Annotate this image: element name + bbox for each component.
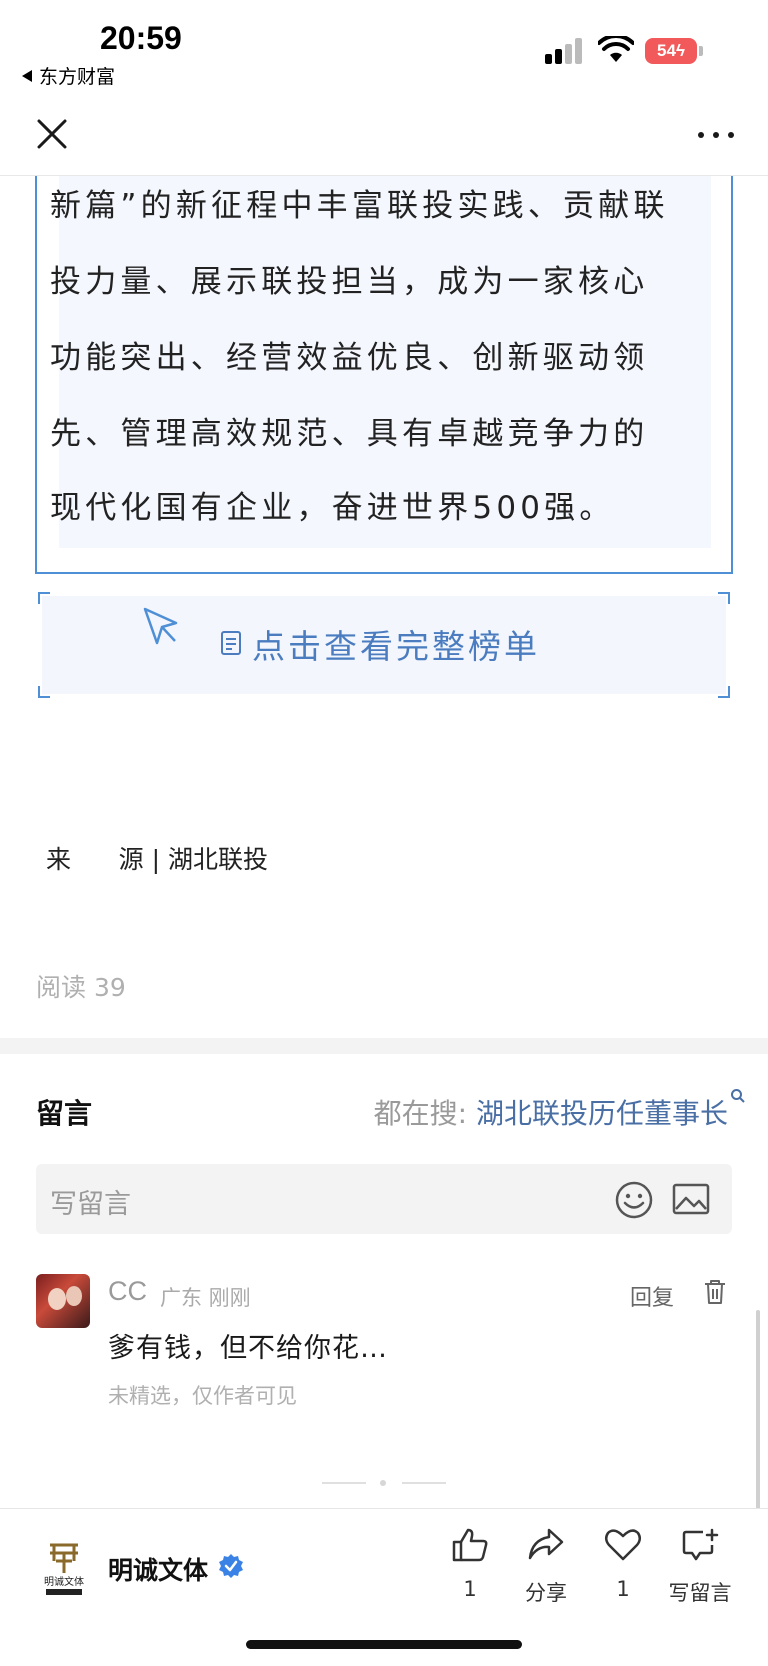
- account-name[interactable]: 明诚文体: [108, 1551, 208, 1587]
- account-logo-text: 明诚文体: [44, 1575, 84, 1588]
- wifi-icon: [598, 36, 634, 62]
- quote-line: 投力量、展示联投担当，成为一家核心: [50, 264, 649, 300]
- corner-bracket: [718, 592, 730, 604]
- comment-username[interactable]: CC: [108, 1276, 147, 1307]
- avatar-face: [48, 1288, 66, 1310]
- comment-input-placeholder: 写留言: [50, 1189, 131, 1220]
- share-label: 分享: [525, 1581, 567, 1605]
- like-button[interactable]: 1: [430, 1527, 510, 1617]
- section-divider: [0, 1038, 768, 1054]
- view-full-list-label: 点击查看完整榜单: [252, 627, 540, 666]
- pager-dot: [380, 1480, 386, 1486]
- view-full-list-button[interactable]: 点击查看完整榜单: [38, 592, 730, 698]
- write-comment-label: 写留言: [668, 1581, 732, 1605]
- back-arrow-icon: [22, 70, 32, 82]
- emoji-icon[interactable]: [614, 1180, 654, 1220]
- trending-search-query[interactable]: 湖北联投历任董事长: [476, 1097, 728, 1130]
- avatar[interactable]: [36, 1274, 90, 1328]
- page-indicator: [322, 1480, 446, 1486]
- status-bar: 20:59 东方财富 54ϟ: [0, 0, 768, 92]
- trending-search[interactable]: 都在搜: 湖北联投历任董事长: [373, 1089, 745, 1132]
- battery-level: 54: [657, 41, 676, 60]
- back-app-label: 东方财富: [39, 66, 116, 88]
- comments-title: 留言: [36, 1097, 93, 1130]
- document-icon: [221, 631, 241, 655]
- share-icon: [528, 1528, 564, 1560]
- back-to-app-link[interactable]: 东方财富: [22, 62, 115, 89]
- share-button[interactable]: 分享: [506, 1527, 586, 1617]
- trending-search-prefix: 都在搜:: [373, 1097, 468, 1130]
- more-icon[interactable]: [694, 120, 738, 148]
- avatar-face: [66, 1286, 82, 1306]
- quote-line: 新篇”的新征程中丰富联投实践、贡献联: [50, 188, 669, 224]
- home-indicator[interactable]: [246, 1640, 522, 1649]
- cellular-signal-icon: [545, 36, 585, 64]
- image-icon[interactable]: [672, 1182, 710, 1216]
- heart-icon: [605, 1529, 641, 1561]
- charging-bolt-icon: ϟ: [675, 41, 685, 60]
- comment-input[interactable]: 写留言: [36, 1164, 732, 1234]
- comment-item: CC 广东 刚刚 回复 爹有钱，但不给你花… 未精选，仅作者可见: [36, 1274, 736, 1424]
- verified-icon: [219, 1554, 243, 1578]
- trash-icon[interactable]: [702, 1278, 728, 1306]
- pager-line: [322, 1482, 366, 1484]
- heart-count: 1: [616, 1577, 630, 1601]
- read-count: 阅读 39: [36, 973, 126, 1002]
- quote-line: 功能突出、经营效益优良、创新驱动领: [50, 340, 649, 376]
- write-comment-button[interactable]: 写留言: [660, 1527, 740, 1617]
- nav-bar: [0, 92, 768, 176]
- quote-line: 先、管理高效规范、具有卓越竞争力的: [50, 416, 649, 452]
- corner-bracket: [718, 686, 730, 698]
- cursor-icon: [143, 607, 178, 645]
- search-icon: [731, 1089, 745, 1103]
- article-source: 来 源 | 湖北联投: [46, 845, 268, 874]
- like-count: 1: [463, 1577, 477, 1601]
- pager-line: [402, 1482, 446, 1484]
- battery-icon: 54ϟ: [645, 38, 697, 64]
- comment-visibility-note: 未精选，仅作者可见: [108, 1384, 297, 1408]
- heart-button[interactable]: 1: [583, 1527, 663, 1617]
- thumbs-up-icon: [452, 1528, 488, 1562]
- status-time: 20:59: [100, 20, 182, 56]
- comment-meta: 广东 刚刚: [160, 1286, 251, 1310]
- account-logo[interactable]: 明诚文体: [40, 1539, 88, 1599]
- corner-bracket: [38, 686, 50, 698]
- comment-icon: [682, 1528, 719, 1561]
- comment-text: 爹有钱，但不给你花…: [108, 1333, 388, 1364]
- battery-nub: [699, 46, 703, 56]
- close-icon[interactable]: [32, 114, 72, 154]
- reply-button[interactable]: 回复: [630, 1280, 674, 1312]
- quote-line: 现代化国有企业，奋进世界500强。: [50, 490, 615, 526]
- corner-bracket: [38, 592, 50, 604]
